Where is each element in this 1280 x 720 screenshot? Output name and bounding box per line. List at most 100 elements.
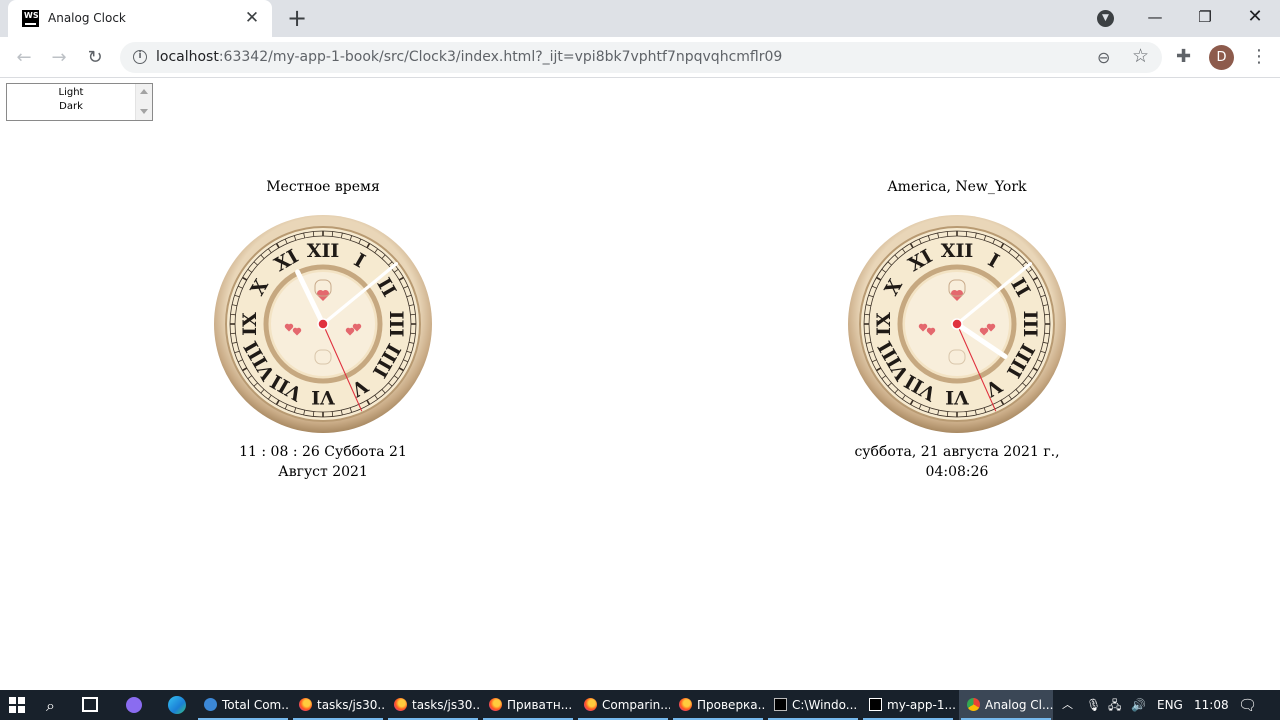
clock-svg: XII IIIIIIIIIIVVIVIIVIIIIXXXI (214, 215, 432, 433)
minimize-button[interactable]: — (1132, 4, 1178, 32)
minute-tick (946, 411, 949, 417)
select-scrollbar[interactable] (135, 84, 152, 120)
tab-analog-clock[interactable]: WS Analog Clock ✕ (8, 0, 272, 37)
minute-tick (312, 231, 315, 237)
search-icon[interactable]: ⌕ (46, 696, 55, 716)
minute-tick (312, 411, 315, 417)
taskbar-app[interactable]: tasks/js30.... (386, 690, 480, 720)
webstorm-icon: WS (22, 10, 39, 27)
clock-face: XII I II III IIII V VI VII VIII IX X XI (213, 214, 433, 434)
address-bar[interactable]: i localhost:63342/my-app-1-book/src/Cloc… (120, 42, 1162, 73)
notifications-icon[interactable]: 🗨 (1238, 690, 1257, 720)
roman-numeral: XII (307, 240, 340, 262)
reload-icon[interactable]: ↻ (81, 44, 109, 72)
taskbar-app-label: C:\Windo... (792, 698, 858, 712)
roman-numeral: IX (239, 312, 261, 336)
minute-tick (230, 313, 236, 316)
taskbar-app-label: Comparin... (602, 698, 670, 712)
chrome-icon (967, 698, 980, 711)
minute-tick (864, 313, 870, 316)
firefox-icon (299, 698, 312, 711)
roman-numeral: VI (311, 386, 336, 408)
webstorm-icon (869, 698, 882, 711)
taskbar-app-label: Приватн... (507, 698, 573, 712)
roman-numeral: III (385, 311, 407, 338)
taskbar-app[interactable]: tasks/js30... (291, 690, 385, 720)
clock-time-text: суббота, 21 августа 2021 г., 04:08:26 (854, 444, 1060, 480)
roman-numeral: IX (873, 312, 895, 336)
forward-icon[interactable]: → (45, 44, 73, 72)
tab-title: Analog Clock (48, 11, 126, 25)
scroll-up-icon[interactable] (140, 89, 148, 94)
task-view-icon[interactable] (82, 697, 98, 712)
total-commander-icon (204, 698, 217, 711)
extensions-icon[interactable]: ✚ (1176, 46, 1191, 67)
network-icon[interactable]: 🖧 (1108, 690, 1121, 720)
taskbar: ⌕ Total Com... tasks/js30... tasks/js30...… (0, 690, 1280, 720)
cmd-icon (774, 698, 787, 711)
minute-tick (965, 231, 968, 237)
clock-title: America, New_York (887, 179, 1027, 195)
close-window-button[interactable]: ✕ (1232, 4, 1278, 32)
taskbar-app[interactable]: Проверка... (671, 690, 765, 720)
chevron-up-icon[interactable]: ︿ (1062, 690, 1073, 720)
cortana-icon[interactable] (126, 697, 142, 713)
minute-tick (230, 332, 236, 335)
volume-icon[interactable]: 🔊 (1131, 690, 1146, 720)
tab-strip: WS Analog Clock ✕ + ▼ — ❐ ✕ (0, 0, 1280, 37)
taskbar-app-label: Проверка... (697, 698, 765, 712)
tab-search-icon[interactable]: ▼ (1097, 10, 1114, 27)
minute-tick (965, 411, 968, 417)
edge-icon[interactable] (168, 696, 186, 714)
zoom-icon[interactable]: ⊖ (1097, 48, 1110, 67)
firefox-icon (489, 698, 502, 711)
minute-tick (410, 313, 416, 316)
theme-select[interactable]: Light Dark (6, 83, 153, 121)
minute-tick (864, 332, 870, 335)
taskbar-app[interactable]: Total Com... (196, 690, 290, 720)
taskbar-app[interactable]: Analog Cl... (959, 690, 1053, 720)
taskbar-app[interactable]: my-app-1... (861, 690, 955, 720)
theme-option-light[interactable]: Light (7, 86, 135, 100)
info-icon[interactable]: i (133, 50, 147, 64)
star-icon[interactable]: ☆ (1132, 45, 1149, 67)
minute-tick (1044, 332, 1050, 335)
roman-numeral: III (1019, 311, 1041, 338)
theme-option-dark[interactable]: Dark (7, 100, 135, 114)
clock-time-text: 11 : 08 : 26 Суббота 21 Август 2021 (239, 444, 407, 480)
minute-tick (331, 231, 334, 237)
taskbar-app[interactable]: Comparin... (576, 690, 670, 720)
minute-tick (331, 411, 334, 417)
new-york-clock: America, New_York XII I II III IIII V VI VII VII… (827, 176, 1087, 482)
minute-tick (410, 332, 416, 335)
minute-tick (946, 231, 949, 237)
taskbar-app-label: my-app-1... (887, 698, 955, 712)
scroll-down-icon[interactable] (140, 109, 148, 114)
restore-button[interactable]: ❐ (1182, 4, 1228, 32)
minute-tick (1044, 313, 1050, 316)
menu-icon[interactable]: ⋮ (1250, 44, 1268, 70)
taskbar-app[interactable]: C:\Windo... (766, 690, 860, 720)
center-pin (951, 318, 963, 330)
back-icon[interactable]: ← (10, 44, 38, 72)
center-pin (317, 318, 329, 330)
clock-svg: XII IIIIIIIIIIVVIVIIVIIIIXXXI (848, 215, 1066, 433)
taskbar-clock[interactable]: 11:08 (1194, 690, 1229, 720)
local-clock: Местное время XII I II III IIII V VI VII VIII IX X… (193, 176, 453, 482)
microphone-icon[interactable]: 🎙 (1086, 690, 1101, 720)
url-text[interactable]: localhost:63342/my-app-1-book/src/Clock3… (156, 49, 782, 65)
language-indicator[interactable]: ENG (1157, 690, 1183, 720)
taskbar-app-label: tasks/js30.... (412, 698, 480, 712)
avatar[interactable]: D (1209, 45, 1234, 70)
roman-numeral: XII (941, 240, 974, 262)
taskbar-app-label: Total Com... (222, 698, 290, 712)
close-tab-icon[interactable]: ✕ (242, 8, 262, 28)
firefox-icon (679, 698, 692, 711)
taskbar-app-label: tasks/js30... (317, 698, 385, 712)
firefox-icon (584, 698, 597, 711)
new-tab-button[interactable]: + (284, 6, 310, 32)
windows-start-icon[interactable] (9, 697, 25, 713)
taskbar-app[interactable]: Приватн... (481, 690, 575, 720)
firefox-icon (394, 698, 407, 711)
clock-title: Местное время (266, 179, 380, 195)
